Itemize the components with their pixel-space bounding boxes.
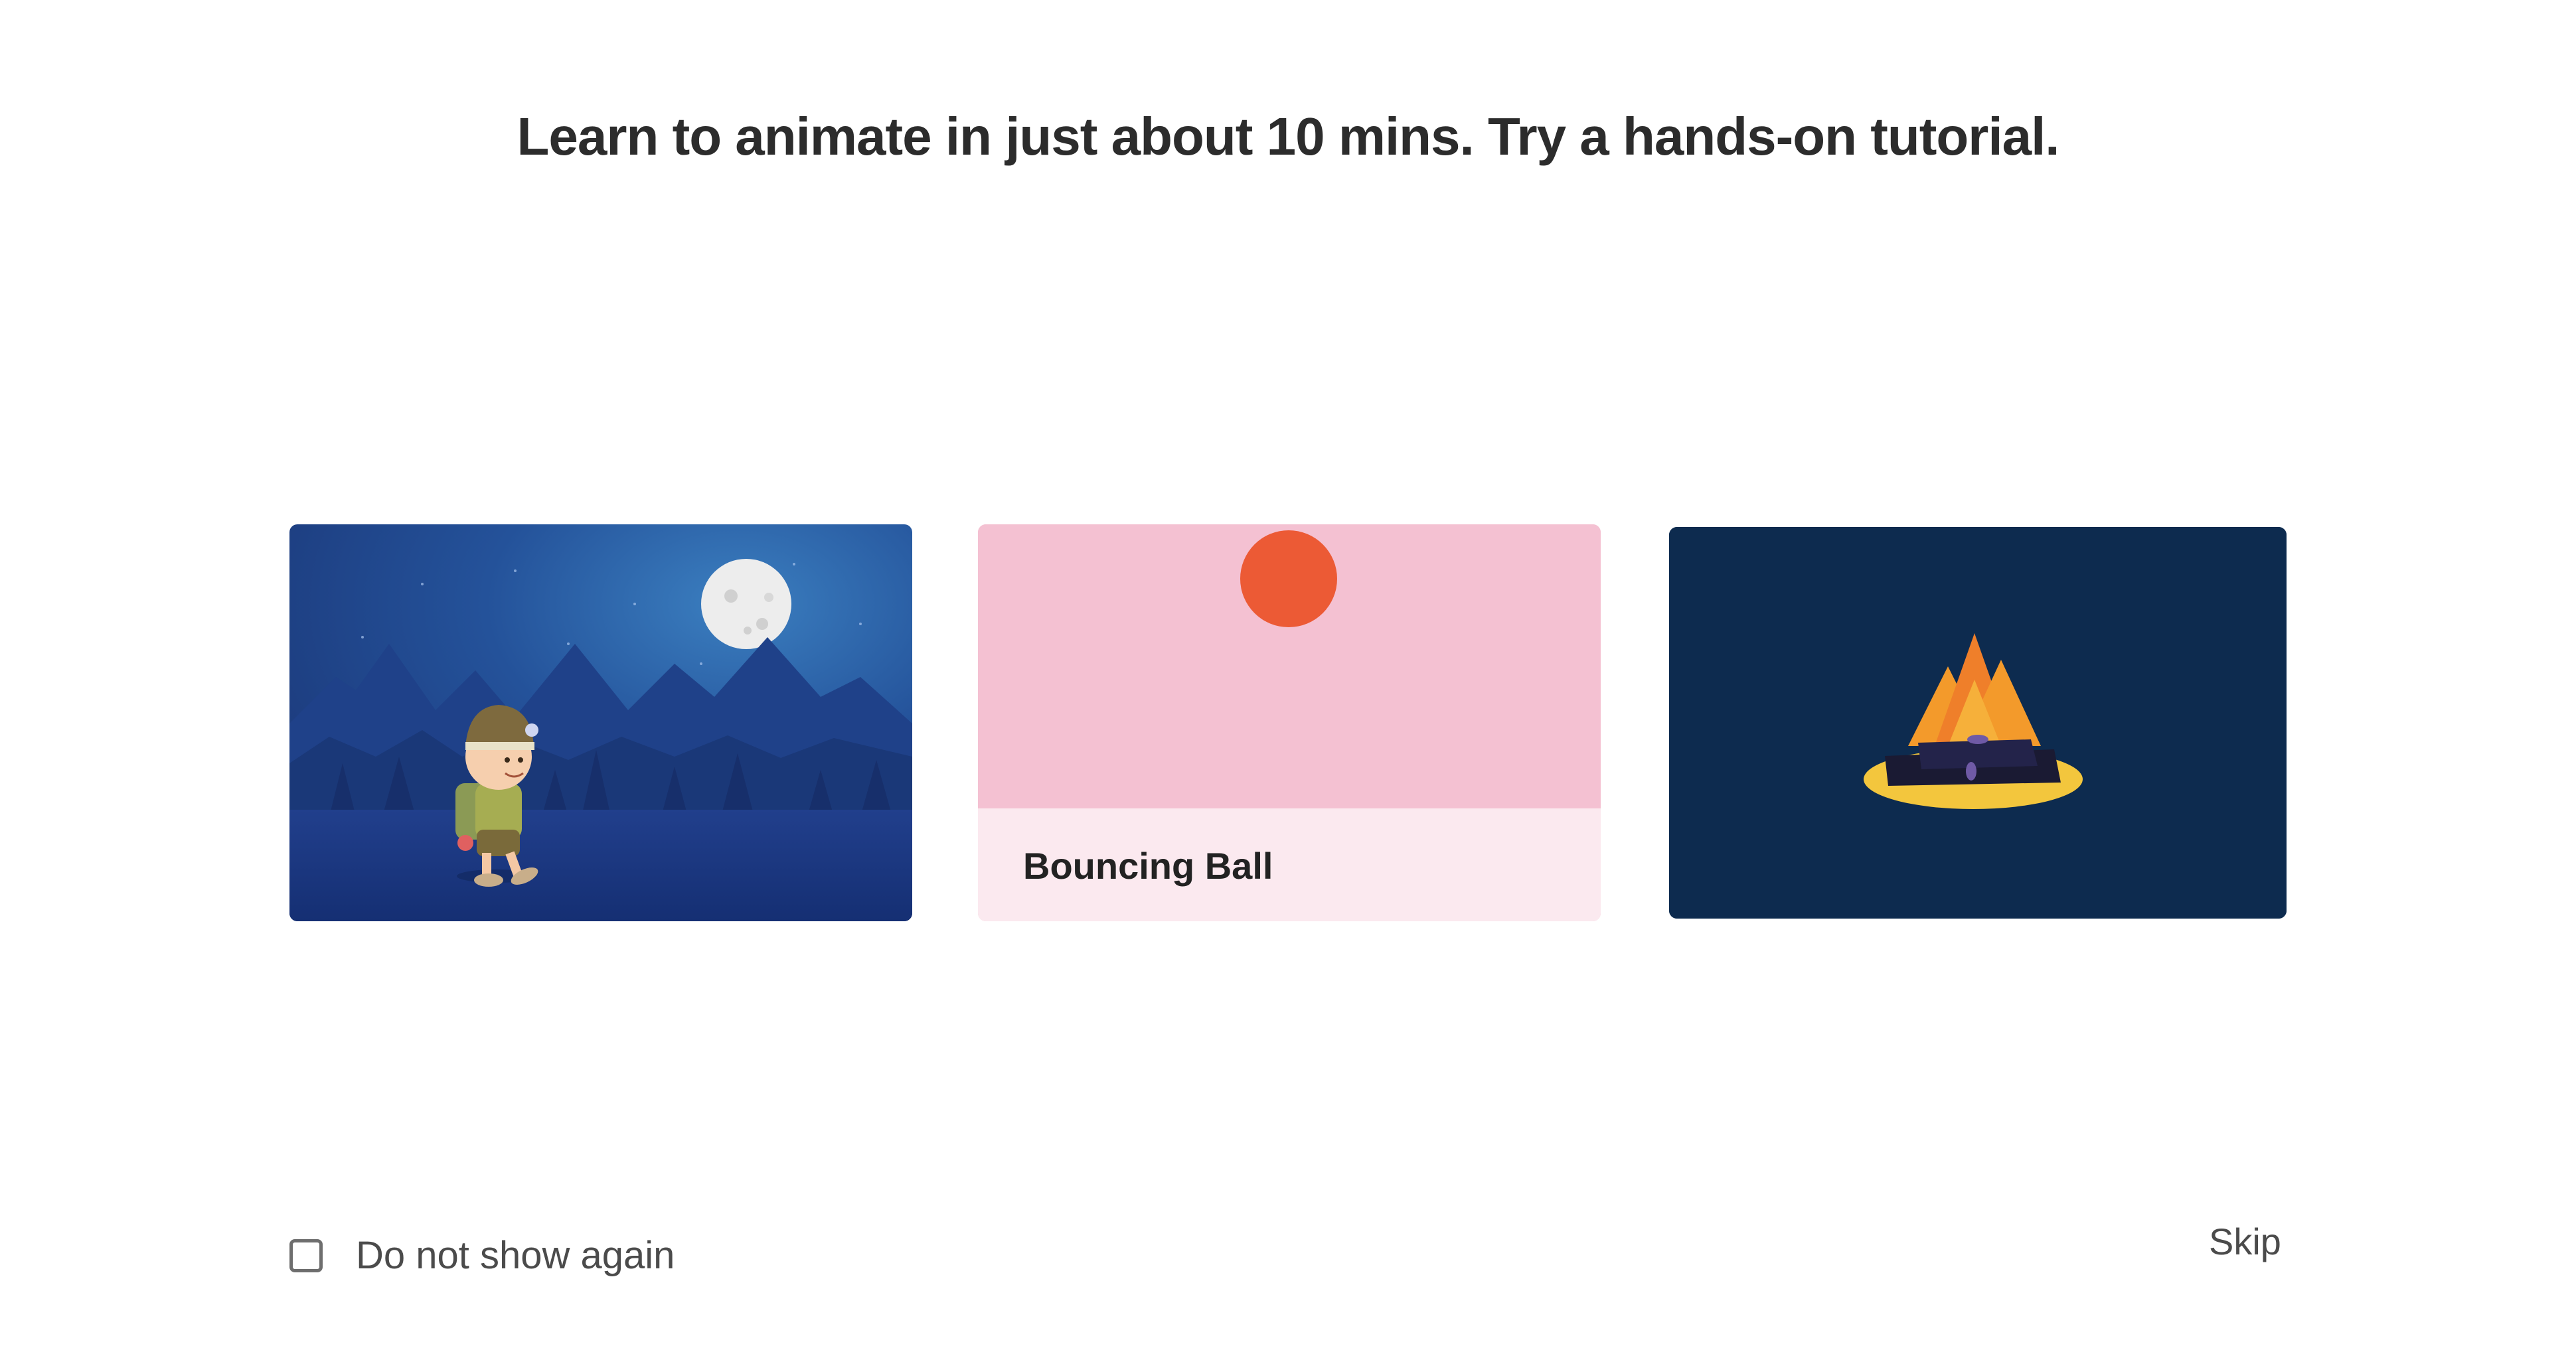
tutorial-title: Bouncing Ball bbox=[1023, 845, 1273, 887]
moon-icon bbox=[701, 559, 791, 649]
bouncing-ball-scene-image bbox=[978, 524, 1601, 808]
card-footer: Bouncing Ball bbox=[978, 808, 1601, 921]
hiker-night-scene-image bbox=[289, 524, 912, 921]
tutorial-card-campfire[interactable] bbox=[1669, 527, 2287, 919]
campfire-scene-image bbox=[1669, 527, 2287, 919]
do-not-show-again-label: Do not show again bbox=[356, 1234, 675, 1277]
page-title: Learn to animate in just about 10 mins. … bbox=[517, 107, 2059, 166]
tutorial-card-bouncing-ball[interactable]: Bouncing Ball bbox=[978, 524, 1601, 921]
tutorial-card-hiker[interactable] bbox=[289, 524, 912, 921]
do-not-show-again-checkbox[interactable] bbox=[289, 1238, 323, 1272]
ball-icon bbox=[1240, 530, 1337, 627]
skip-button[interactable]: Skip bbox=[2209, 1220, 2281, 1263]
do-not-show-again-toggle[interactable]: Do not show again bbox=[289, 1233, 675, 1278]
